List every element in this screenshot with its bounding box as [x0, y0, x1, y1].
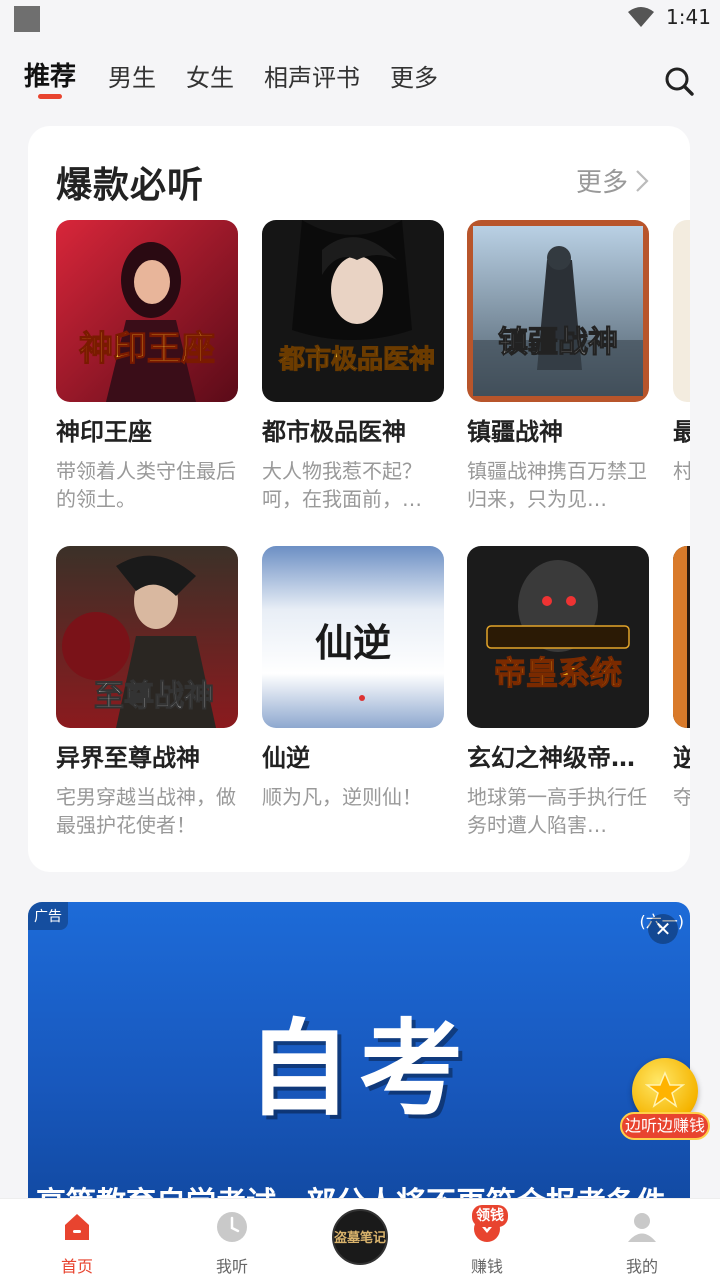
book-title: 都市极品医神: [262, 418, 406, 446]
clock-icon: [217, 1212, 247, 1242]
book-item[interactable]: 仙逆 仙逆 顺为凡，逆则仙！: [262, 546, 444, 839]
cover-title-text: 镇疆战神: [498, 325, 618, 360]
book-description: 带领着人类守住最后的领土。: [56, 459, 236, 511]
book-item[interactable]: 至尊战神 异界至尊战神 宅男穿越当战神，做最强护花使者！: [56, 546, 238, 839]
nav-listened-label: 我听: [215, 1257, 248, 1276]
book-item[interactable]: 神印王座 神印王座 带领着人类守住最后的领土。: [56, 220, 238, 513]
book-description: 宅男穿越当战神，做最强护花使者！: [56, 785, 236, 837]
tab-male[interactable]: 男生: [108, 58, 156, 93]
cover-art-dushi: 都市极品医神: [262, 220, 444, 402]
cover-art-zhenjiang: 镇疆战神: [467, 220, 649, 402]
book-cover: 仙逆: [262, 546, 444, 728]
earn-badge: 领钱: [472, 1205, 508, 1227]
book-title: 逆: [673, 738, 690, 773]
top-tab-bar: 推荐 男生 女生 相声评书 更多: [0, 58, 720, 102]
nav-earn-label: 赚钱: [470, 1257, 503, 1276]
tab-crosstalk[interactable]: 相声评书: [264, 58, 360, 93]
listen-earn-label[interactable]: 边听边赚钱: [620, 1112, 710, 1140]
book-title: 仙逆: [262, 744, 310, 772]
book-description: 地球第一高手执行任务时遭人陷害…: [467, 785, 647, 837]
book-cover: 至尊战神: [56, 546, 238, 728]
status-bar: 1:41: [0, 0, 720, 38]
tab-female[interactable]: 女生: [186, 58, 234, 93]
wifi-icon: [628, 7, 654, 27]
tab-active-indicator: [38, 94, 62, 99]
ad-close-button[interactable]: ✕: [648, 914, 678, 944]
cover-title-text: 至尊战神: [94, 679, 214, 714]
nav-home-label: 首页: [60, 1257, 93, 1276]
app-notification-icon: [14, 6, 40, 32]
cover-art-xuanhuan: 帝皇系统: [467, 546, 649, 728]
section-more-label: 更多: [576, 168, 629, 198]
book-item[interactable]: 逆 夺乱: [673, 546, 690, 839]
nav-profile[interactable]: 我的: [592, 1199, 692, 1280]
cover-art-yijie: 至尊战神: [56, 546, 238, 728]
hot-books-card: 爆款必听 更多 神印王座 神印王座 带领着人类守住最后的领土。 都市极品医神 都…: [28, 126, 690, 872]
book-cover: 帝皇系统: [467, 546, 649, 728]
cover-art-partial: [673, 220, 690, 402]
book-cover: [673, 220, 690, 402]
now-playing-button[interactable]: 盗墓笔记: [332, 1209, 388, 1265]
book-cover: 镇疆战神: [467, 220, 649, 402]
nav-home[interactable]: 首页: [27, 1199, 127, 1280]
ad-headline: 自考: [246, 1008, 471, 1130]
section-title: 爆款必听: [56, 165, 205, 206]
user-icon: [628, 1213, 656, 1242]
cover-title-text: 帝皇系统: [494, 654, 622, 692]
search-icon[interactable]: [664, 66, 694, 96]
cover-art-shenyin: 神印王座: [56, 220, 238, 402]
nav-profile-label: 我的: [625, 1257, 658, 1276]
book-item[interactable]: 帝皇系统 玄幻之神级帝… 地球第一高手执行任务时遭人陷害…: [467, 546, 649, 839]
star-icon: [645, 1071, 685, 1108]
book-cover: 神印王座: [56, 220, 238, 402]
book-description: 大人物我惹不起？呵，在我面前，…: [262, 459, 422, 511]
book-description: 镇疆战神携百万禁卫归来，只为见…: [467, 459, 647, 511]
book-item[interactable]: 都市极品医神 都市极品医神 大人物我惹不起？呵，在我面前，…: [262, 220, 444, 513]
tab-more[interactable]: 更多: [390, 58, 438, 93]
book-cover: [673, 546, 690, 728]
cover-art-xianni: 仙逆: [262, 546, 444, 728]
chevron-right-icon: [636, 169, 649, 192]
book-item[interactable]: 最 村豪: [673, 220, 690, 513]
book-title: 镇疆战神: [467, 418, 563, 446]
nav-listened[interactable]: 我听: [182, 1199, 282, 1280]
book-description: 夺乱: [673, 783, 690, 839]
tab-recommend[interactable]: 推荐: [24, 56, 76, 93]
cover-title-text: 仙逆: [315, 620, 391, 665]
ad-banner[interactable]: 广告 (六一) ✕ 自考 高等教育自学考试，部分人将不再符合报考条件: [28, 902, 690, 1202]
book-title: 玄幻之神级帝…: [467, 744, 635, 772]
cover-title-text: 神印王座: [79, 329, 215, 369]
book-description: 顺为凡，逆则仙！: [262, 785, 422, 809]
book-title: 神印王座: [56, 418, 152, 446]
home-icon: [65, 1214, 89, 1240]
section-more-link[interactable]: 更多: [576, 162, 650, 199]
now-playing-title: 盗墓笔记: [334, 1231, 387, 1246]
book-title: 异界至尊战神: [56, 744, 200, 772]
status-time: 1:41: [666, 5, 711, 29]
cover-title-text: 都市极品医神: [278, 344, 435, 375]
bottom-nav: 首页 我听 盗墓笔记 赚钱 领钱 我的: [0, 1198, 720, 1280]
book-cover: 都市极品医神: [262, 220, 444, 402]
book-item[interactable]: 镇疆战神 镇疆战神 镇疆战神携百万禁卫归来，只为见…: [467, 220, 649, 513]
book-description: 村豪: [673, 457, 690, 513]
ad-badge: 广告: [28, 902, 68, 930]
cover-art-partial: [673, 546, 690, 728]
book-title: 最: [673, 412, 690, 447]
